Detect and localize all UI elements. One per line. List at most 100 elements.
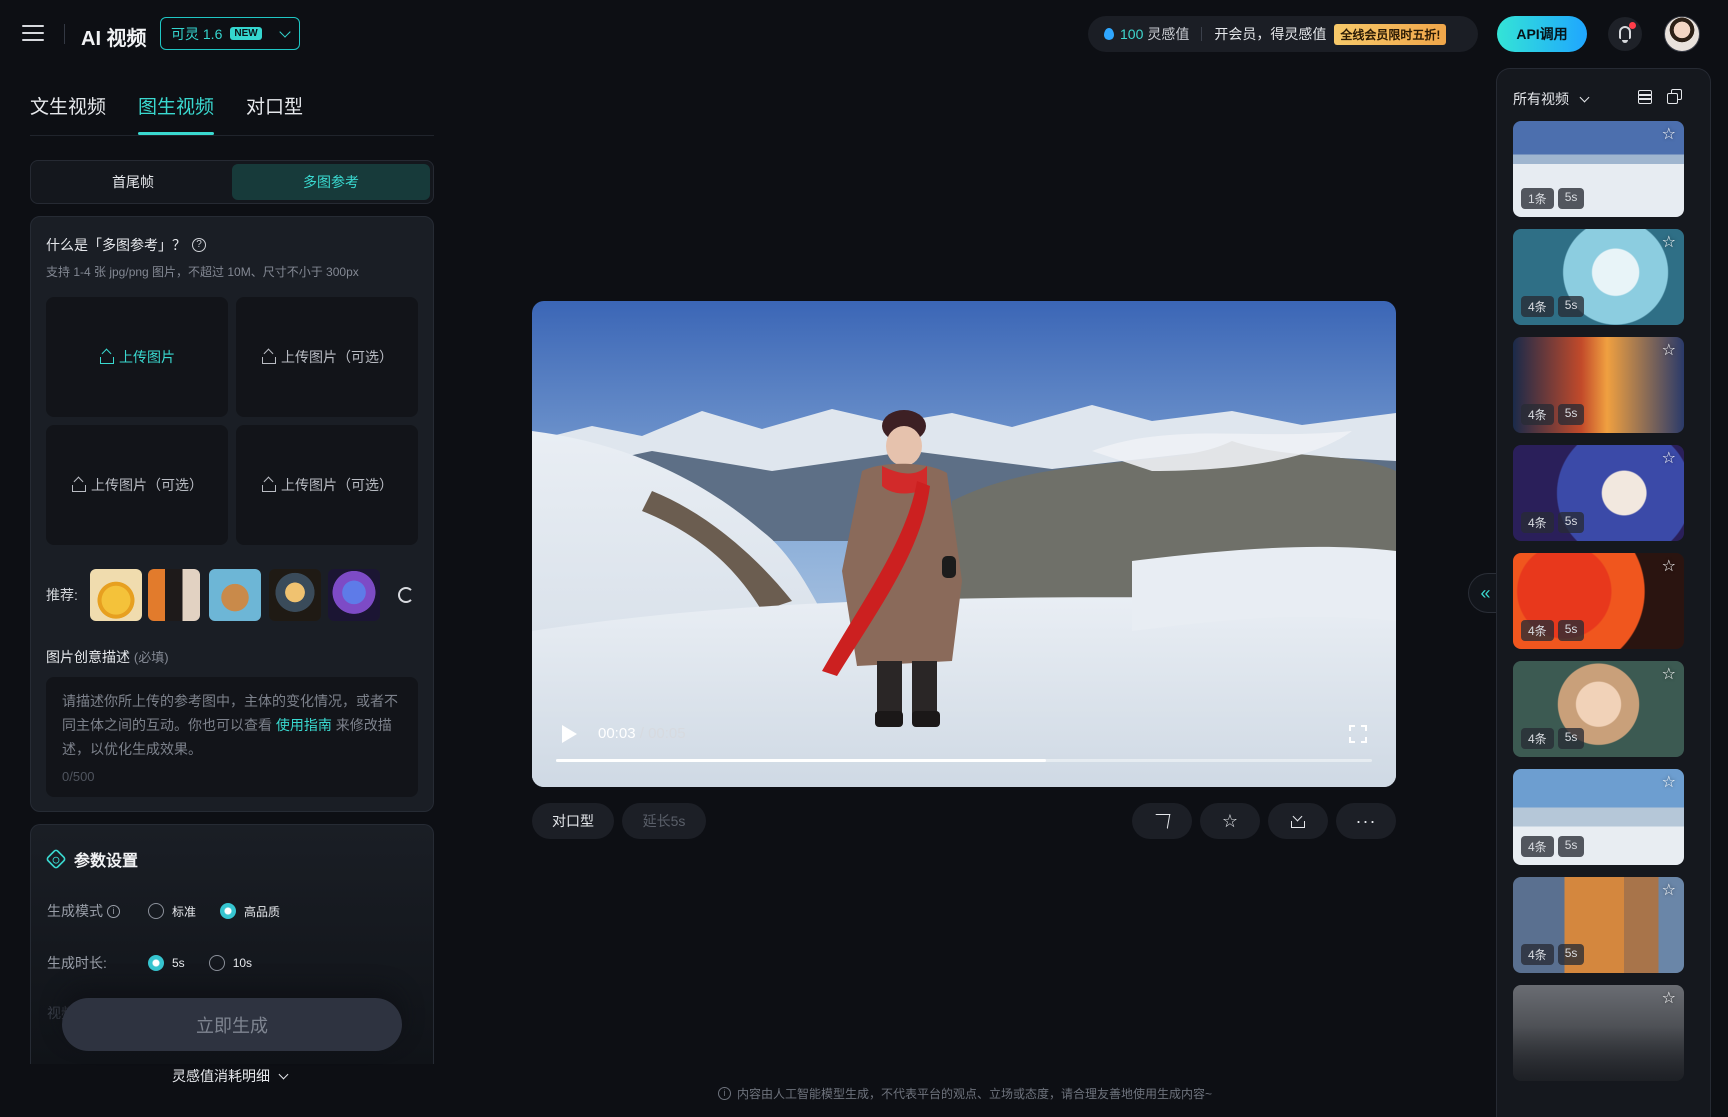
recommend-thumb-portrait[interactable] <box>269 569 321 621</box>
help-icon[interactable]: ? <box>192 238 206 252</box>
params-title: 参数设置 <box>74 853 139 870</box>
progress-bar[interactable] <box>556 759 1372 762</box>
video-frame-art <box>532 301 1396 787</box>
guide-link[interactable]: 使用指南 <box>276 717 332 733</box>
duration-badge: 5s <box>1557 944 1585 965</box>
thumb-badges: 4条 5s <box>1521 620 1585 641</box>
star-icon[interactable]: ☆ <box>1662 775 1676 791</box>
count-badge: 4条 <box>1521 404 1554 425</box>
params-header[interactable]: 参数设置 <box>45 847 139 871</box>
gallery-item[interactable]: ☆ 4条 5s <box>1513 229 1684 325</box>
star-icon[interactable]: ☆ <box>1662 343 1676 359</box>
upload-slot-2[interactable]: 上传图片（可选） <box>236 297 418 417</box>
notifications-button[interactable] <box>1608 17 1642 51</box>
star-icon[interactable]: ☆ <box>1662 883 1676 899</box>
download-button[interactable] <box>1268 803 1328 839</box>
gallery-filter[interactable]: 所有视频 <box>1513 89 1590 109</box>
gallery-item[interactable]: ☆ 4条 5s <box>1513 661 1684 757</box>
star-icon[interactable]: ☆ <box>1662 991 1676 1007</box>
count-badge: 1条 <box>1521 188 1554 209</box>
share-button[interactable] <box>1132 803 1192 839</box>
recommend-thumb-pineapple[interactable] <box>90 569 142 621</box>
progress-fill <box>556 759 1046 762</box>
favorite-button[interactable]: ☆ <box>1200 803 1260 839</box>
avatar[interactable] <box>1664 16 1700 52</box>
play-icon[interactable] <box>562 725 577 743</box>
menu-icon[interactable] <box>22 24 44 42</box>
upload-slot-label: 上传图片（可选） <box>281 477 393 493</box>
more-icon: ··· <box>1355 811 1377 831</box>
gallery-item[interactable]: ☆ 4条 5s <box>1513 553 1684 649</box>
video-player[interactable]: 00:03 / 00:05 <box>532 301 1396 787</box>
thumb-badges: 4条 5s <box>1521 296 1585 317</box>
duration-badge: 5s <box>1557 836 1585 857</box>
lipsync-button[interactable]: 对口型 <box>532 803 614 839</box>
gallery-item[interactable]: ☆ 4条 5s <box>1513 877 1684 973</box>
star-icon[interactable]: ☆ <box>1662 559 1676 575</box>
recommend-thumb-dog[interactable] <box>209 569 261 621</box>
cost-detail-link[interactable]: 灵感值消耗明细 <box>172 1066 289 1086</box>
gallery-item[interactable]: ☆ 1条 5s <box>1513 121 1684 217</box>
info-icon[interactable]: i <box>107 904 120 918</box>
segment-first-last-frame[interactable]: 首尾帧 <box>34 164 232 200</box>
upload-icon <box>71 478 86 492</box>
radio-dot <box>220 903 237 919</box>
tab-image-to-video[interactable]: 图生视频 <box>138 92 215 135</box>
count-badge: 4条 <box>1521 728 1554 749</box>
recommend-thumb-robot[interactable] <box>328 569 380 621</box>
count-badge: 4条 <box>1521 620 1554 641</box>
credits-bar[interactable]: 100 灵感值 开会员，得灵感值 全线会员限时五折! <box>1088 16 1478 52</box>
image-mode-segment: 首尾帧 多图参考 <box>30 160 434 204</box>
gallery-item[interactable]: ☆ 4条 5s <box>1513 445 1684 541</box>
model-label: 可灵 1.6 <box>171 25 223 42</box>
upload-slot-4[interactable]: 上传图片（可选） <box>236 425 418 545</box>
total-time: 00:05 <box>648 725 686 742</box>
star-icon[interactable]: ☆ <box>1662 127 1676 143</box>
star-icon[interactable]: ☆ <box>1662 667 1676 683</box>
star-icon[interactable]: ☆ <box>1662 235 1676 251</box>
star-icon[interactable]: ☆ <box>1662 451 1676 467</box>
duration-badge: 5s <box>1557 620 1585 641</box>
thumb-badges: 4条 5s <box>1521 512 1585 533</box>
copy-icon[interactable] <box>1667 89 1683 105</box>
vip-discount-badge[interactable]: 全线会员限时五折! <box>1334 23 1447 45</box>
radio-5s[interactable]: 5s <box>148 955 185 971</box>
download-icon <box>1290 813 1306 829</box>
radio-label: 10s <box>232 956 253 970</box>
refresh-icon[interactable] <box>398 587 414 603</box>
upload-title-text: 什么是「多图参考」？ <box>46 237 186 253</box>
extend-button[interactable]: 延长5s <box>622 803 706 839</box>
gallery-filter-label: 所有视频 <box>1513 91 1569 107</box>
fullscreen-icon[interactable] <box>1349 725 1367 743</box>
upload-slot-3[interactable]: 上传图片（可选） <box>46 425 228 545</box>
generate-button[interactable]: 立即生成 <box>62 998 402 1051</box>
radio-10s[interactable]: 10s <box>208 955 253 971</box>
disclaimer: i 内容由人工智能模型生成，不代表平台的观点、立场或态度，请合理友善地使用生成内… <box>718 1085 1212 1102</box>
upload-slot-1[interactable]: 上传图片 <box>46 297 228 417</box>
tab-lipsync[interactable]: 对口型 <box>246 92 303 135</box>
more-button[interactable]: ··· <box>1336 803 1396 839</box>
radio-label: 高品质 <box>244 904 281 919</box>
count-badge: 4条 <box>1521 296 1554 317</box>
radio-standard[interactable]: 标准 <box>148 903 196 920</box>
model-select[interactable]: 可灵 1.6 NEW <box>160 17 300 50</box>
api-button[interactable]: API调用 <box>1497 16 1587 52</box>
mode-tabs: 文生视频 图生视频 对口型 <box>30 92 303 135</box>
layers-icon[interactable] <box>1637 89 1653 105</box>
gallery-item[interactable]: ☆ 4条 5s <box>1513 337 1684 433</box>
chevron-down-icon <box>278 1069 289 1079</box>
count-badge: 4条 <box>1521 944 1554 965</box>
duration-badge: 5s <box>1557 512 1585 533</box>
tab-text-to-video[interactable]: 文生视频 <box>30 92 106 135</box>
time-display: 00:03 / 00:05 <box>598 725 686 742</box>
recommend-thumb-cats[interactable] <box>148 569 200 621</box>
radio-high-quality[interactable]: 高品质 <box>220 903 280 920</box>
count-badge: 4条 <box>1521 512 1554 533</box>
video-frame <box>532 301 1396 787</box>
settings-hex-icon <box>45 848 67 870</box>
description-textarea[interactable]: 请描述你所上传的参考图中，主体的变化情况，或者不同主体之间的互动。你也可以查看 … <box>46 677 418 797</box>
gallery-item[interactable]: ☆ 4条 5s <box>1513 769 1684 865</box>
drop-icon <box>1104 28 1114 40</box>
segment-multi-reference[interactable]: 多图参考 <box>232 164 430 200</box>
upload-hint: 支持 1-4 张 jpg/png 图片，不超过 10M、尺寸不小于 300px <box>46 265 359 279</box>
